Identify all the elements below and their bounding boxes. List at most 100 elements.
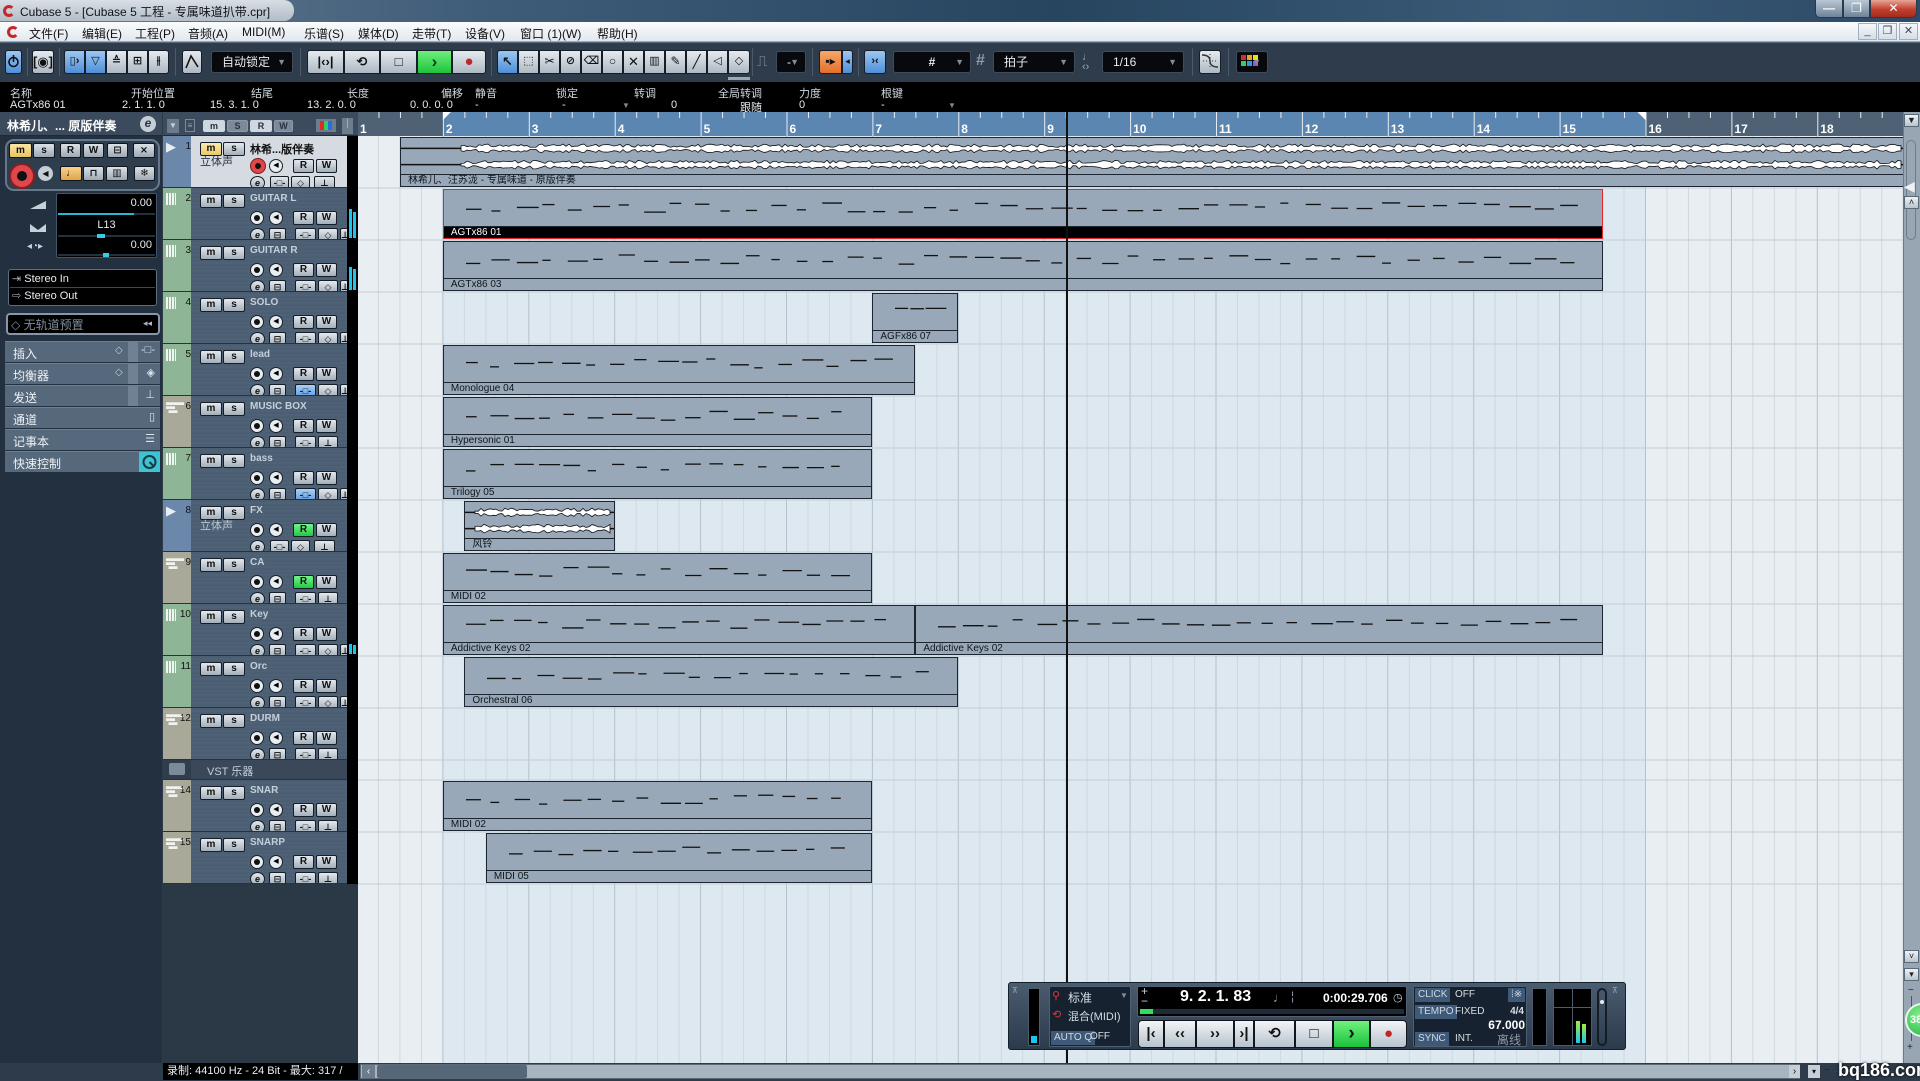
menu-audio[interactable]: 音频(A) bbox=[188, 25, 228, 42]
open-mixer-button[interactable]: ⫲ bbox=[148, 50, 169, 74]
solo-button[interactable]: s bbox=[223, 662, 245, 676]
sends-button[interactable]: ⊥ bbox=[340, 644, 347, 655]
track-header[interactable]: 11 ms Orc◀ RWe ⊟ -□-◇⊥ bbox=[163, 656, 347, 708]
track-name[interactable]: SNARP bbox=[250, 837, 285, 848]
eq-button[interactable]: ◇ bbox=[318, 488, 338, 499]
color-tool[interactable]: ◇ bbox=[728, 50, 750, 74]
cycle-button[interactable]: ⟲ bbox=[344, 50, 380, 74]
monitor-button[interactable]: ◀ bbox=[269, 263, 283, 277]
go-to-start-button[interactable]: |‹ bbox=[1138, 1020, 1164, 1048]
edit-instrument-button[interactable]: ⊟ bbox=[269, 384, 286, 395]
inserts-button[interactable]: -□- bbox=[295, 748, 316, 759]
record-enable-button[interactable] bbox=[250, 315, 264, 329]
edit-channel-button[interactable]: e bbox=[250, 696, 265, 707]
inserts-button[interactable]: -□- bbox=[295, 384, 316, 395]
sends-button[interactable]: ⊥ bbox=[340, 332, 347, 343]
mute-button[interactable]: m bbox=[200, 402, 222, 416]
inspector-solo-button[interactable]: s bbox=[33, 143, 55, 158]
delay-slider[interactable] bbox=[58, 253, 155, 257]
solo-button[interactable]: s bbox=[223, 786, 245, 800]
sends-button[interactable]: ⊥ bbox=[340, 228, 347, 239]
write-automation-button[interactable]: W bbox=[316, 679, 337, 693]
monitor-button[interactable]: ◀ bbox=[269, 367, 283, 381]
edit-channel-button[interactable]: e bbox=[250, 540, 265, 551]
midi-part[interactable]: AGTx86 03 bbox=[442, 241, 1603, 291]
range-selection-tool[interactable]: ⬚ bbox=[518, 50, 539, 74]
go-to-end-button[interactable]: ›| bbox=[1234, 1020, 1254, 1048]
inspector-section-notepad[interactable]: 记事本 ☰ bbox=[5, 429, 160, 450]
edit-channel-button[interactable]: e bbox=[250, 384, 265, 395]
mute-button[interactable]: m bbox=[200, 662, 222, 676]
output-routing[interactable]: ⇨ Stereo Out bbox=[12, 289, 77, 302]
track-header[interactable]: 2ms GUITAR L ◀ RWe ⊟ -□-◇⊥ bbox=[163, 188, 347, 240]
play-tool[interactable]: ◁ bbox=[707, 50, 728, 74]
track-name[interactable]: DURM bbox=[250, 713, 280, 724]
inspector-write-button[interactable]: W bbox=[83, 143, 104, 158]
position-slider[interactable] bbox=[1140, 1009, 1404, 1014]
scroll-up-button[interactable]: ˄ bbox=[1904, 196, 1919, 209]
eq-button[interactable]: ◇ bbox=[318, 280, 338, 291]
cycle-record-mode-value[interactable]: 混合(MIDI) bbox=[1068, 1008, 1121, 1024]
snap-on-off-button[interactable]: ▪▸ bbox=[819, 50, 842, 74]
edit-instrument-button[interactable]: ⊟ bbox=[269, 820, 286, 831]
write-automation-button[interactable]: W bbox=[316, 575, 337, 589]
info-name-value[interactable]: AGTx86 01 bbox=[10, 99, 66, 111]
edit-channel-button[interactable]: e bbox=[250, 176, 265, 187]
record-enable-button[interactable] bbox=[250, 158, 266, 174]
forward-button[interactable]: ›› bbox=[1196, 1020, 1234, 1048]
automation-mode-button[interactable] bbox=[182, 50, 202, 74]
transport-record-button[interactable]: ● bbox=[1370, 1020, 1407, 1048]
record-enable-button[interactable] bbox=[250, 263, 264, 277]
info-velocity-value[interactable]: 0 bbox=[799, 99, 805, 111]
bypass-inserts-button[interactable]: ⨯ bbox=[133, 143, 155, 158]
write-automation-button[interactable]: W bbox=[316, 367, 337, 381]
tempo-value[interactable]: 67.000 bbox=[1470, 1018, 1525, 1032]
track-header[interactable]: 3ms GUITAR R ◀ RWe ⊟ -□-◇⊥ bbox=[163, 240, 347, 292]
time-signature[interactable]: 4/4 bbox=[1490, 1006, 1524, 1017]
show-info-line-button[interactable]: ▽ bbox=[85, 50, 106, 74]
monitor-button[interactable]: ◀ bbox=[269, 855, 283, 869]
sends-button[interactable]: ⊥ bbox=[318, 748, 338, 759]
global-solo-toggle[interactable]: S bbox=[227, 120, 248, 132]
horizontal-zoom-menu-button[interactable]: ▾ bbox=[1808, 1065, 1820, 1078]
track-name[interactable]: SNAR bbox=[250, 785, 278, 796]
constrain-delay-compensation-button[interactable]: [◉] bbox=[32, 50, 54, 74]
menu-midi[interactable]: MIDI(M) bbox=[242, 25, 285, 39]
solo-button[interactable]: s bbox=[223, 838, 245, 852]
monitor-button[interactable]: ◀ bbox=[269, 575, 283, 589]
midi-part[interactable]: MIDI 05 bbox=[485, 833, 873, 883]
musical-time-base-button[interactable]: ♩ bbox=[60, 166, 82, 181]
solo-button[interactable]: s bbox=[223, 350, 245, 364]
mdi-close-button[interactable]: ✕ bbox=[1899, 23, 1918, 40]
zoom-tool[interactable]: ○ bbox=[602, 50, 623, 74]
track-name[interactable]: SOLO bbox=[250, 297, 278, 308]
sends-button[interactable]: ⊥ bbox=[340, 488, 347, 499]
edit-channel-button[interactable]: e bbox=[250, 332, 265, 343]
line-tool[interactable]: ╱ bbox=[686, 50, 707, 74]
inserts-button[interactable]: -□- bbox=[270, 176, 289, 187]
track-name[interactable]: GUITAR L bbox=[250, 193, 296, 204]
track-header[interactable]: ▬▬ ▬ ▬ 15 m s SNARP ◀ R We ⊟ -□- ⊥ bbox=[163, 832, 347, 884]
scroll-down-button[interactable]: ˅ bbox=[1904, 950, 1919, 963]
edit-instrument-button[interactable]: ⊟ bbox=[269, 280, 286, 291]
transport-pin-icon[interactable]: ⊼ bbox=[1612, 986, 1618, 995]
track-name[interactable]: bass bbox=[250, 453, 273, 464]
edit-channel-button[interactable]: e bbox=[250, 820, 265, 831]
open-pool-button[interactable]: ⊞ bbox=[127, 50, 148, 74]
eq-button[interactable]: ◇ bbox=[318, 696, 338, 707]
monitor-button[interactable]: ◀ bbox=[269, 159, 283, 173]
time-format-icon[interactable]: ¦ bbox=[1291, 989, 1294, 1003]
info-lock-value[interactable]: - bbox=[562, 99, 566, 111]
sync-button[interactable]: SYNC bbox=[1415, 1032, 1449, 1046]
midi-part[interactable]: Monologue 04 bbox=[442, 345, 916, 395]
glue-tool[interactable]: ⊘ bbox=[560, 50, 581, 74]
vertical-zoom-out-icon[interactable]: − bbox=[1908, 985, 1914, 996]
write-automation-button[interactable]: W bbox=[316, 159, 337, 173]
nudge-dropdown[interactable]: - ▼ bbox=[776, 51, 806, 73]
read-automation-button[interactable]: R bbox=[293, 855, 314, 869]
eq-button[interactable]: ◇ bbox=[318, 332, 338, 343]
rewind-button[interactable]: ‹‹ bbox=[1164, 1020, 1196, 1048]
menu-scores[interactable]: 乐谱(S) bbox=[304, 25, 344, 42]
read-automation-button[interactable]: R bbox=[293, 803, 314, 817]
mute-button[interactable]: m bbox=[200, 298, 222, 312]
